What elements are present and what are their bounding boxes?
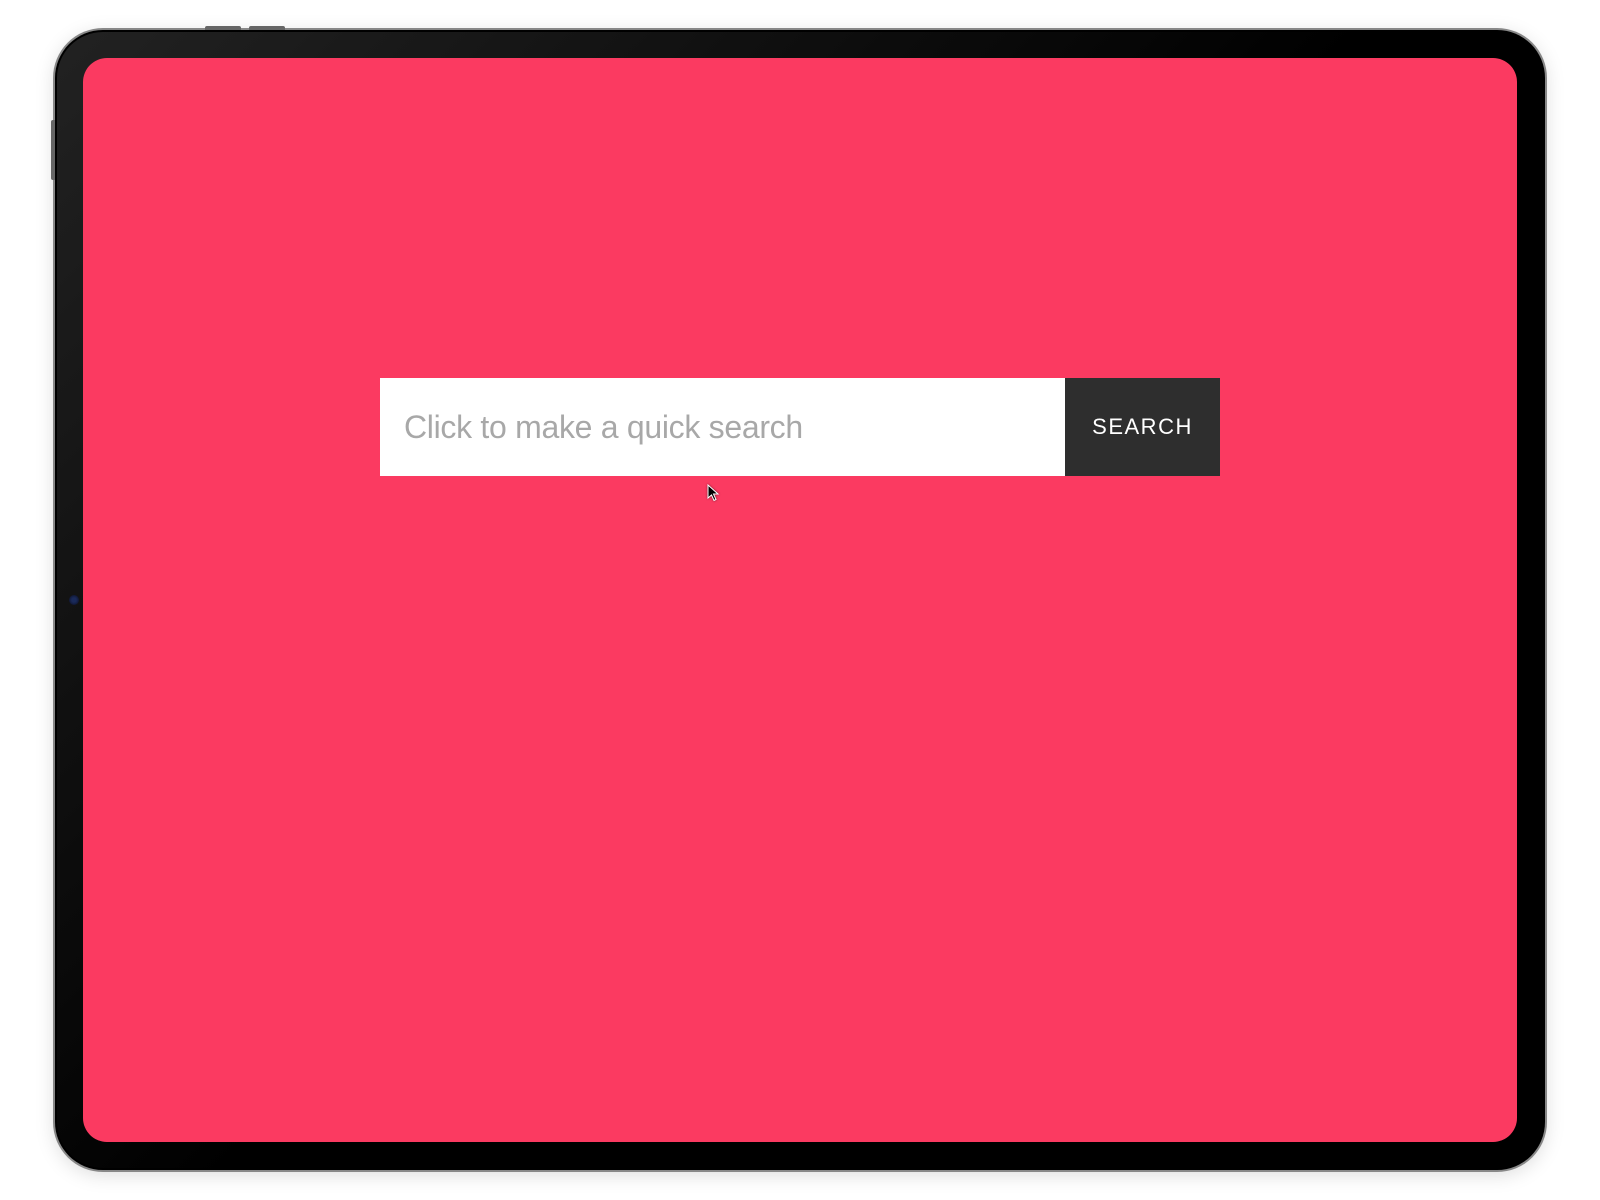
- search-form: SEARCH: [380, 378, 1220, 476]
- power-button: [51, 120, 55, 180]
- tablet-screen: SEARCH: [83, 58, 1517, 1142]
- volume-up-button: [205, 26, 241, 30]
- search-button[interactable]: SEARCH: [1065, 378, 1220, 476]
- search-input[interactable]: [380, 378, 1065, 476]
- tablet-device-frame: SEARCH: [55, 30, 1545, 1170]
- tablet-top-buttons: [205, 26, 325, 30]
- mouse-cursor-icon: [707, 484, 721, 502]
- front-camera-icon: [69, 595, 79, 605]
- volume-down-button: [249, 26, 285, 30]
